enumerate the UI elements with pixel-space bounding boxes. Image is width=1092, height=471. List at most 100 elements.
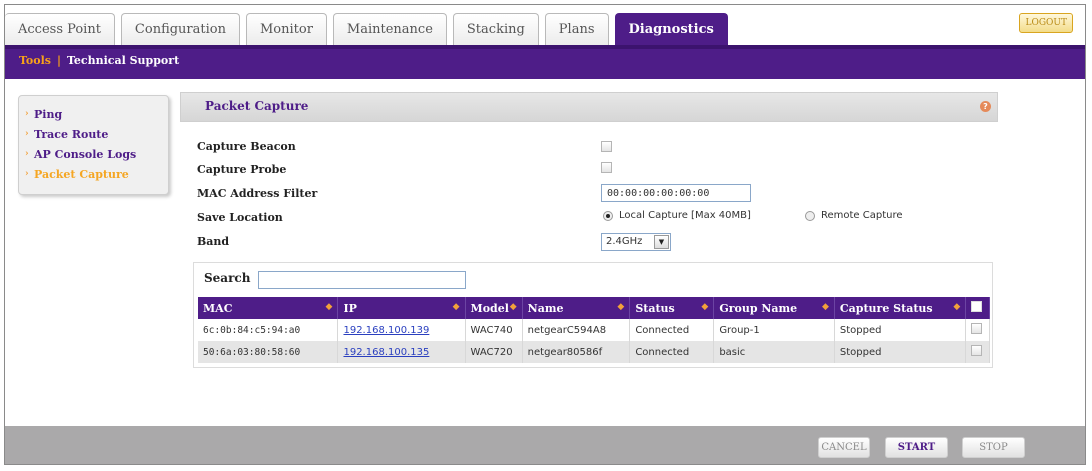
column-header-label: Model xyxy=(470,301,509,315)
tab-access-point[interactable]: Access Point xyxy=(5,13,115,45)
row-select-checkbox[interactable] xyxy=(971,345,983,356)
tab-configuration[interactable]: Configuration xyxy=(120,13,240,45)
capture-status-cell: Stopped xyxy=(834,341,967,363)
column-header-label: Group Name xyxy=(719,301,798,315)
remote-capture-radio[interactable] xyxy=(805,211,815,221)
remote-capture-label: Remote Capture xyxy=(821,210,903,221)
chevron-right-icon: › xyxy=(25,109,29,119)
column-header-label: MAC xyxy=(203,301,233,315)
panel-header: Packet Capture ? xyxy=(180,92,998,122)
sidebar-item-packet-capture[interactable]: › Packet Capture xyxy=(25,164,168,184)
sidebar-item-label: Ping xyxy=(34,107,63,121)
ip-cell: 192.168.100.139 xyxy=(337,319,466,341)
column-header-label: Name xyxy=(527,301,564,315)
model-cell: WAC740 xyxy=(465,319,523,341)
capture-beacon-checkbox[interactable] xyxy=(601,141,612,152)
column-header-model[interactable]: Model ◆ xyxy=(465,297,523,319)
chevron-right-icon: › xyxy=(25,129,29,139)
sort-icon[interactable]: ◆ xyxy=(510,302,517,312)
sidebar-item-trace-route[interactable]: › Trace Route xyxy=(25,124,168,144)
mac-filter-label: MAC Address Filter xyxy=(197,187,318,200)
capture-status-cell: Stopped xyxy=(834,319,967,341)
column-header-name[interactable]: Name ◆ xyxy=(522,297,631,319)
sidebar-item-ap-console-logs[interactable]: › AP Console Logs xyxy=(25,144,168,164)
sidebar-item-label: Packet Capture xyxy=(34,167,129,181)
main-tabs: Access Point Configuration Monitor Maint… xyxy=(5,13,734,45)
sort-icon[interactable]: ◆ xyxy=(326,302,333,312)
column-header-group-name[interactable]: Group Name ◆ xyxy=(713,297,835,319)
sort-icon[interactable]: ◆ xyxy=(701,302,708,312)
start-button[interactable]: START xyxy=(885,437,948,458)
capture-probe-label: Capture Probe xyxy=(197,163,287,176)
sidebar-item-label: Trace Route xyxy=(34,127,109,141)
save-location-label: Save Location xyxy=(197,211,283,224)
tab-monitor[interactable]: Monitor xyxy=(245,13,327,45)
tab-plans[interactable]: Plans xyxy=(544,13,609,45)
chevron-down-icon[interactable]: ▼ xyxy=(654,235,669,249)
sidebar-item-label: AP Console Logs xyxy=(34,147,137,161)
table-row[interactable]: 6c:0b:84:c5:94:a0 192.168.100.139 WAC740… xyxy=(198,319,990,341)
ip-link[interactable]: 192.168.100.135 xyxy=(343,347,429,358)
column-header-mac[interactable]: MAC ◆ xyxy=(198,297,339,319)
capture-probe-checkbox[interactable] xyxy=(601,162,612,173)
row-select-checkbox[interactable] xyxy=(971,323,983,334)
row-select-cell xyxy=(965,319,990,341)
sort-icon[interactable]: ◆ xyxy=(822,302,829,312)
row-select-cell xyxy=(965,341,990,363)
sidebar: › Ping › Trace Route › AP Console Logs ›… xyxy=(18,95,169,195)
column-header-label: IP xyxy=(343,301,357,315)
help-icon[interactable]: ? xyxy=(980,101,991,112)
subnav-separator: | xyxy=(56,54,61,67)
local-capture-radio[interactable] xyxy=(603,211,613,221)
top-nav-bar: Access Point Configuration Monitor Maint… xyxy=(5,5,1085,45)
stop-button[interactable]: STOP xyxy=(962,437,1025,458)
tab-maintenance[interactable]: Maintenance xyxy=(332,13,447,45)
search-input[interactable] xyxy=(258,271,466,289)
sub-nav: Tools | Technical Support xyxy=(19,54,179,67)
cancel-button[interactable]: CANCEL xyxy=(818,437,870,458)
column-header-label: Capture Status xyxy=(839,301,933,315)
column-header-capture-status[interactable]: Capture Status ◆ xyxy=(834,297,967,319)
group-cell: Group-1 xyxy=(713,319,835,341)
sort-icon[interactable]: ◆ xyxy=(953,302,960,312)
sort-icon[interactable]: ◆ xyxy=(617,302,624,312)
sidebar-item-ping[interactable]: › Ping xyxy=(25,104,168,124)
name-cell: netgearC594A8 xyxy=(522,319,631,341)
name-cell: netgear80586f xyxy=(522,341,631,363)
ap-table: MAC ◆ IP ◆ Model ◆ Name ◆ Status ◆ Group Name… xyxy=(198,297,990,363)
sub-nav-bar: Tools | Technical Support xyxy=(5,45,1085,79)
column-header-ip[interactable]: IP ◆ xyxy=(337,297,466,319)
mac-filter-input[interactable] xyxy=(601,184,751,202)
app-window: Access Point Configuration Monitor Maint… xyxy=(4,4,1086,465)
chevron-right-icon: › xyxy=(25,149,29,159)
status-cell: Connected xyxy=(629,341,715,363)
subnav-tools-link[interactable]: Tools xyxy=(19,54,51,67)
page-title: Packet Capture xyxy=(205,99,309,113)
capture-beacon-label: Capture Beacon xyxy=(197,140,296,153)
sort-icon[interactable]: ◆ xyxy=(453,302,460,312)
action-bar: CANCEL START STOP xyxy=(5,426,1085,464)
ip-link[interactable]: 192.168.100.139 xyxy=(343,325,429,336)
mac-cell: 50:6a:03:80:58:60 xyxy=(198,341,339,363)
table-row[interactable]: 50:6a:03:80:58:60 192.168.100.135 WAC720… xyxy=(198,341,990,363)
select-all-cell xyxy=(965,297,990,319)
band-label: Band xyxy=(197,235,230,248)
search-label: Search xyxy=(204,271,251,285)
subnav-technical-support-link[interactable]: Technical Support xyxy=(67,54,179,67)
chevron-right-icon: › xyxy=(25,169,29,179)
status-cell: Connected xyxy=(629,319,715,341)
ap-table-section: Search MAC ◆ IP ◆ Model ◆ Name ◆ Status ◆ Gro… xyxy=(193,262,993,368)
model-cell: WAC720 xyxy=(465,341,523,363)
band-select[interactable]: 2.4GHz ▼ xyxy=(601,233,671,251)
column-header-label: Status xyxy=(635,301,675,315)
logout-button[interactable]: LOGOUT xyxy=(1019,13,1073,33)
table-header-row: MAC ◆ IP ◆ Model ◆ Name ◆ Status ◆ Group Name… xyxy=(198,297,990,319)
local-capture-label: Local Capture [Max 40MB] xyxy=(619,210,751,221)
mac-cell: 6c:0b:84:c5:94:a0 xyxy=(198,319,339,341)
group-cell: basic xyxy=(713,341,835,363)
ip-cell: 192.168.100.135 xyxy=(337,341,466,363)
select-all-checkbox[interactable] xyxy=(971,301,983,312)
column-header-status[interactable]: Status ◆ xyxy=(629,297,715,319)
tab-stacking[interactable]: Stacking xyxy=(452,13,539,45)
tab-diagnostics[interactable]: Diagnostics xyxy=(614,13,728,45)
